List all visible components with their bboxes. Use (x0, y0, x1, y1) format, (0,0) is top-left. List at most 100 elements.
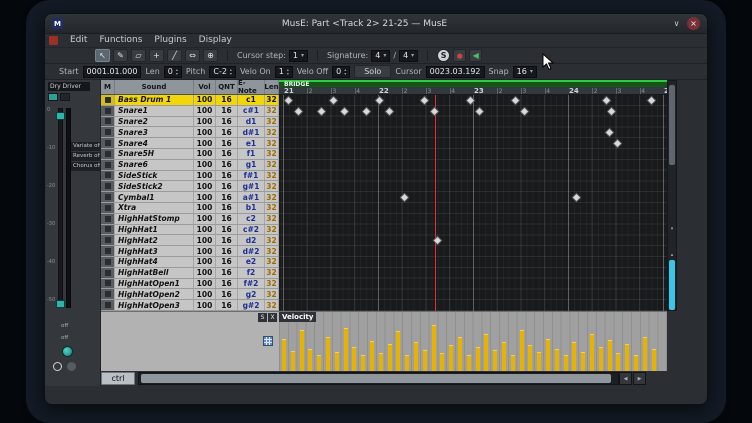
ctrl-grid-icon[interactable] (263, 336, 273, 346)
pencil-tool[interactable]: ✎ (113, 49, 128, 62)
vol-value[interactable]: 100 (194, 171, 216, 181)
marker-bar[interactable]: BRIDGE (279, 80, 667, 87)
enote-value[interactable]: c#2 (238, 225, 265, 235)
menu-item-functions[interactable]: Functions (93, 34, 148, 47)
len-value[interactable]: 32 (265, 138, 279, 148)
velocity-bar[interactable] (520, 330, 524, 371)
vol-value[interactable]: 100 (194, 214, 216, 224)
len-value[interactable]: 32 (265, 192, 279, 202)
velocity-bar[interactable] (432, 325, 436, 371)
pan-knob[interactable] (62, 346, 73, 357)
drum-row[interactable]: Xtra10016b132 (101, 203, 279, 214)
enote-value[interactable]: d1 (238, 117, 265, 127)
vol-value[interactable]: 100 (194, 106, 216, 116)
len-field[interactable]: 0 ▴▾ (164, 66, 182, 78)
sound-name[interactable]: Snare6 (115, 160, 194, 170)
vol-value[interactable]: 100 (194, 279, 216, 289)
note-diamond[interactable] (330, 97, 337, 104)
vol-value[interactable]: 100 (194, 300, 216, 310)
velocity-bar[interactable] (317, 355, 321, 371)
zoom-tool[interactable]: ⊕ (203, 49, 218, 62)
qnt-value[interactable]: 16 (216, 279, 238, 289)
len-value[interactable]: 32 (265, 225, 279, 235)
timeline-ruler[interactable]: 21|2|3|422|2|3|423|2|3|424|2|3|425 (279, 87, 667, 95)
velocity-bar[interactable] (616, 353, 620, 371)
vol-value[interactable]: 100 (194, 268, 216, 278)
enote-value[interactable]: g#1 (238, 181, 265, 191)
enote-value[interactable]: f1 (238, 149, 265, 159)
pointer-tool[interactable]: ↖ (95, 49, 110, 62)
len-value[interactable]: 32 (265, 127, 279, 137)
qnt-value[interactable]: 16 (216, 149, 238, 159)
sound-name[interactable]: HighHat3 (115, 246, 194, 256)
mute-cell[interactable] (101, 268, 115, 278)
qnt-value[interactable]: 16 (216, 138, 238, 148)
note-diamond[interactable] (386, 108, 393, 115)
config-icon[interactable] (67, 362, 76, 371)
qnt-value[interactable]: 16 (216, 192, 238, 202)
drum-row[interactable]: Snare5H10016f132 (101, 149, 279, 160)
sound-name[interactable]: Snare5H (115, 149, 194, 159)
record-arm-button[interactable] (48, 93, 58, 101)
sound-name[interactable]: HighHatOpen2 (115, 289, 194, 299)
sound-name[interactable]: SideStick2 (115, 181, 194, 191)
enote-value[interactable]: e1 (238, 138, 265, 148)
velocity-bar[interactable] (590, 334, 594, 371)
velocity-bar[interactable] (476, 347, 480, 371)
qnt-value[interactable]: 16 (216, 117, 238, 127)
mute-cell[interactable] (101, 225, 115, 235)
velocity-bar[interactable] (652, 349, 656, 371)
mute-cell[interactable] (101, 214, 115, 224)
qnt-value[interactable]: 16 (216, 257, 238, 267)
velocity-bar[interactable] (344, 328, 348, 371)
velocity-bar[interactable] (502, 342, 506, 371)
drum-row[interactable]: Snare110016c#132 (101, 106, 279, 117)
sound-name[interactable]: Bass Drum 1 (115, 95, 194, 105)
sound-name[interactable]: HighHatStomp (115, 214, 194, 224)
sound-name[interactable]: HighHat4 (115, 257, 194, 267)
enote-value[interactable]: d#2 (238, 246, 265, 256)
drum-row[interactable]: SideStick210016g#132 (101, 181, 279, 192)
enote-value[interactable]: d#1 (238, 127, 265, 137)
horizontal-scrollbar[interactable] (138, 372, 619, 385)
mute-cell[interactable] (101, 127, 115, 137)
mute-cell[interactable] (101, 181, 115, 191)
vol-value[interactable]: 100 (194, 95, 216, 105)
vol-value[interactable]: 100 (194, 181, 216, 191)
velocity-bar[interactable] (599, 347, 603, 371)
qnt-value[interactable]: 16 (216, 171, 238, 181)
step-record-button[interactable]: S (437, 49, 450, 62)
velocity-bar[interactable] (405, 355, 409, 371)
qnt-value[interactable]: 16 (216, 214, 238, 224)
velocity-bar[interactable] (396, 331, 400, 371)
len-value[interactable]: 32 (265, 106, 279, 116)
qnt-value[interactable]: 16 (216, 95, 238, 105)
eraser-tool[interactable]: ▱ (131, 49, 146, 62)
enote-value[interactable]: g1 (238, 160, 265, 170)
speaker-button[interactable]: ◀ (469, 49, 482, 62)
velo-on-field[interactable]: 1 ▴▾ (275, 66, 293, 78)
enote-value[interactable]: e2 (238, 257, 265, 267)
volume-fader-handle[interactable] (56, 112, 65, 120)
velocity-bar[interactable] (370, 341, 374, 371)
drum-row[interactable]: HighHat410016e232 (101, 257, 279, 268)
drum-row[interactable]: HighHat310016d#232 (101, 246, 279, 257)
note-diamond[interactable] (512, 97, 519, 104)
mute-cell[interactable] (101, 203, 115, 213)
velocity-bar[interactable] (572, 342, 576, 371)
qnt-value[interactable]: 16 (216, 225, 238, 235)
note-grid[interactable] (279, 95, 667, 311)
note-diamond[interactable] (606, 129, 613, 136)
velocity-bar[interactable] (300, 330, 304, 371)
mute-cell[interactable] (101, 289, 115, 299)
vol-value[interactable]: 100 (194, 257, 216, 267)
mute-cell[interactable] (101, 279, 115, 289)
velocity-bar[interactable] (440, 353, 444, 371)
sound-name[interactable]: HighHatOpen1 (115, 279, 194, 289)
note-diamond[interactable] (295, 108, 302, 115)
spinner-icon[interactable]: ▴▾ (344, 68, 346, 76)
qnt-value[interactable]: 16 (216, 268, 238, 278)
enote-value[interactable]: g#2 (238, 300, 265, 310)
note-diamond[interactable] (431, 108, 438, 115)
note-diamond[interactable] (285, 97, 292, 104)
